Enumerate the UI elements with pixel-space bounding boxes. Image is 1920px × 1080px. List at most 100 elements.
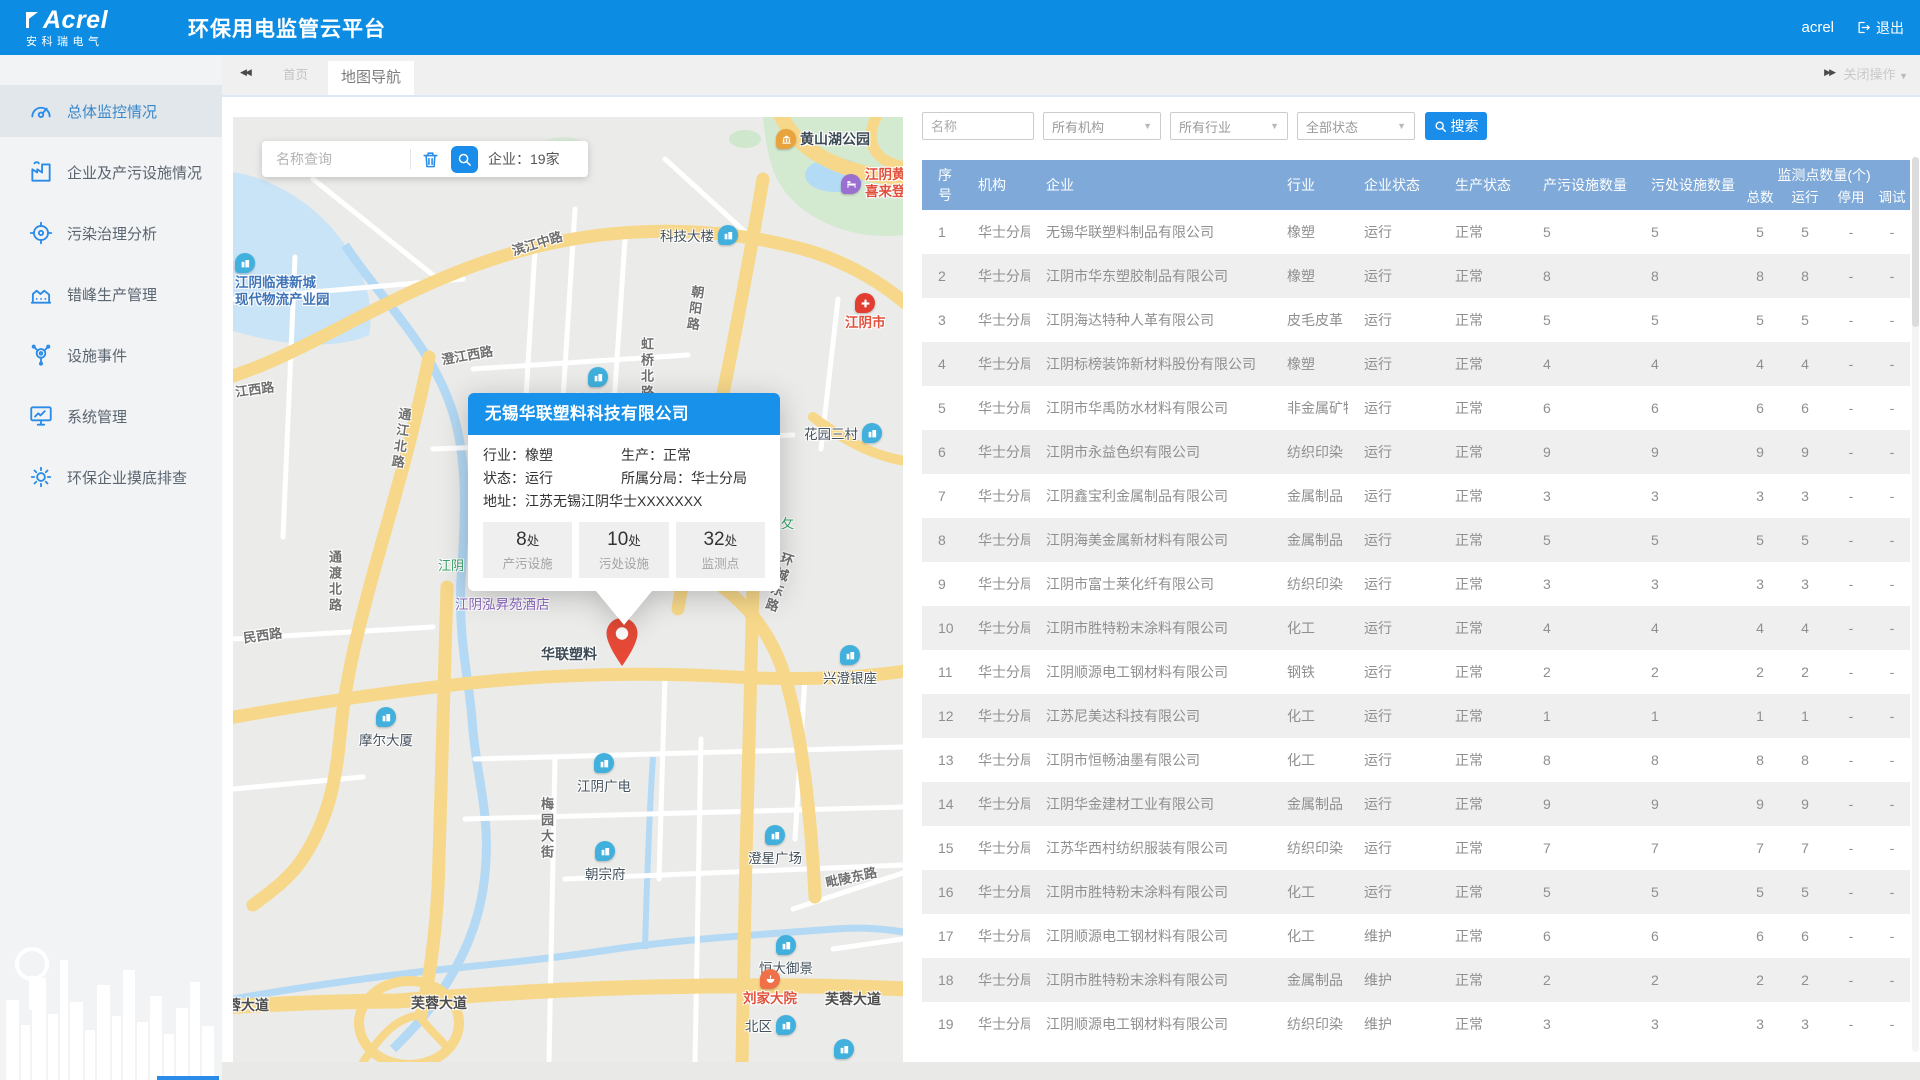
table-row[interactable]: 9华士分局江阴市富士莱化纤有限公司纺织印染运行正常3333-- [922,562,1910,606]
acrel-logo-mark-icon [26,12,40,28]
device-icon [28,342,54,368]
status-select[interactable]: 全部状态▼ [1297,112,1415,140]
table-row[interactable]: 19华士分局江阴顺源电工钢材料有限公司纺织印染维护正常3333-- [922,1002,1910,1046]
popup-stat-pollution-facilities[interactable]: 8处 产污设施 [483,522,572,578]
table-cell: 4 [1635,606,1738,650]
table-cell: 江阴市华东塑胶制品有限公司 [1030,254,1271,298]
table-cell: 运行 [1348,870,1439,914]
sidebar-item-pollution-analysis[interactable]: 污染治理分析 [0,207,222,259]
sidebar-item-overview[interactable]: 总体监控情况 [0,85,222,137]
trash-icon[interactable] [421,148,443,170]
table-cell: 正常 [1439,562,1527,606]
sidebar-item-enterprise-facilities[interactable]: 企业及产污设施情况 [0,146,222,198]
close-operations-dropdown[interactable]: 关闭操作 ▼ [1843,55,1908,95]
sidebar-scrollbar[interactable] [157,1076,219,1080]
sidebar-item-facility-events[interactable]: 设施事件 [0,329,222,381]
popup-field-production: 生产：正常 [621,444,765,467]
table-cell: 运行 [1348,210,1439,254]
building-icon [765,825,785,845]
city-skyline-decoration [0,930,222,1080]
table-cell: - [1874,914,1910,958]
table-cell: 4 [1635,342,1738,386]
table-cell: 江阴市胜特粉末涂料有限公司 [1030,606,1271,650]
col-monitor-point-group: 监测点数量(个) [1738,160,1910,185]
map-search-input[interactable] [276,151,406,167]
table-row[interactable]: 7华士分局江阴鑫宝利金属制品有限公司金属制品运行正常3333-- [922,474,1910,518]
industry-select[interactable]: 所有行业▼ [1170,112,1288,140]
tabs-scroll-left-icon[interactable]: ◀◀ [240,67,250,78]
peak-icon [28,281,54,307]
organization-select[interactable]: 所有机构▼ [1043,112,1161,140]
table-cell: - [1828,210,1874,254]
popup-field-status: 状态：运行 [483,467,621,490]
table-cell: - [1828,254,1874,298]
table-cell: 7 [1635,826,1738,870]
table-row[interactable]: 12华士分局江苏尼美达科技有限公司化工运行正常1111-- [922,694,1910,738]
map-label: 科技大楼 [660,225,738,245]
map-panel[interactable]: 黄山湖公园江阴黄嘉喜来登酒店科技大楼滨江中路江阴临港新城现代物流产业园朝阳路江阴… [233,117,903,1062]
hospital-icon [855,293,875,313]
table-row[interactable]: 13华士分局江阴市恒畅油墨有限公司化工运行正常8888-- [922,738,1910,782]
popup-stat-monitor-points[interactable]: 32处 监测点 [676,522,765,578]
table-cell: 6 [1635,914,1738,958]
map-label: 黄山湖公园 [776,129,870,149]
table-cell: 8 [1738,254,1782,298]
table-row[interactable]: 18华士分局江阴市胜特粉末涂料有限公司金属制品维护正常2222-- [922,958,1910,1002]
table-row[interactable]: 1华士分局无锡华联塑料制品有限公司橡塑运行正常5555-- [922,210,1910,254]
sidebar-item-label: 系统管理 [67,406,127,427]
table-cell: 正常 [1439,738,1527,782]
table-row[interactable]: 11华士分局江阴顺源电工钢材料有限公司钢铁运行正常2222-- [922,650,1910,694]
sidebar-item-peak-production[interactable]: 错峰生产管理 [0,268,222,320]
table-cell: 化工 [1271,738,1348,782]
horizontal-scrollbar-track[interactable] [222,1062,1920,1080]
search-button[interactable]: 搜索 [1425,112,1487,140]
company-map-pin[interactable] [605,617,639,672]
table-cell: 正常 [1439,474,1527,518]
table-row[interactable]: 4华士分局江阴标榜装饰新材料股份有限公司橡塑运行正常4444-- [922,342,1910,386]
enterprise-table: 序号 机构 企业 行业 企业状态 生产状态 产污设施数量 污处设施数量 监测点数… [922,160,1910,1046]
map-label: 华联塑料 [541,644,597,664]
gear-icon [28,464,54,490]
table-row[interactable]: 16华士分局江阴市胜特粉末涂料有限公司化工运行正常5555-- [922,870,1910,914]
table-cell: 3 [1635,562,1738,606]
table-row[interactable]: 3华士分局江阴海达特种人革有限公司皮毛皮革运行正常5555-- [922,298,1910,342]
table-cell: 华士分局 [962,914,1030,958]
map-label: 通渡北路 [325,550,344,614]
table-cell: 运行 [1348,518,1439,562]
table-row[interactable]: 6华士分局江阴市永益色织有限公司纺织印染运行正常9999-- [922,430,1910,474]
table-row[interactable]: 5华士分局江阴市华禹防水材料有限公司非金属矿物运行正常6666-- [922,386,1910,430]
table-cell: 江阴市胜特粉末涂料有限公司 [1030,958,1271,1002]
table-cell: - [1874,958,1910,1002]
table-cell: 华士分局 [962,430,1030,474]
table-row[interactable]: 2华士分局江阴市华东塑胶制品有限公司橡塑运行正常8888-- [922,254,1910,298]
logout-button[interactable]: 退出 [1856,18,1904,38]
building-icon [595,841,615,861]
table-cell: 华士分局 [962,782,1030,826]
tab-home[interactable]: 首页 [274,55,317,95]
table-row[interactable]: 14华士分局江阴华金建材工业有限公司金属制品运行正常9999-- [922,782,1910,826]
table-cell: 4 [922,342,962,386]
filter-row: 所有机构▼ 所有行业▼ 全部状态▼ 搜索 [922,112,1910,140]
chevron-down-icon: ▼ [1270,121,1279,131]
sidebar-item-env-survey[interactable]: 环保企业摸底排查 [0,451,222,503]
table-row[interactable]: 10华士分局江阴市胜特粉末涂料有限公司化工运行正常4444-- [922,606,1910,650]
tabs-scroll-right-icon[interactable]: ▶▶ [1824,67,1834,78]
table-cell: 纺织印染 [1271,826,1348,870]
table-cell: 非金属矿物 [1271,386,1348,430]
table-cell: - [1874,386,1910,430]
table-cell: 3 [1635,1002,1738,1046]
sidebar-item-system-management[interactable]: 系统管理 [0,390,222,442]
table-cell: 华士分局 [962,826,1030,870]
map-label-text: 科技大楼 [660,225,714,245]
popup-stat-treatment-facilities[interactable]: 10处 污处设施 [579,522,668,578]
tab-map-navigation[interactable]: 地图导航 [328,61,414,95]
table-row[interactable]: 8华士分局江阴海美金属新材料有限公司金属制品运行正常5555-- [922,518,1910,562]
name-filter-input[interactable] [922,112,1034,140]
vertical-scrollbar[interactable] [1912,157,1919,1052]
map-search-button[interactable] [451,146,478,173]
food-icon [760,969,780,989]
table-row[interactable]: 15华士分局江苏华西村纺织服装有限公司纺织印染运行正常7777-- [922,826,1910,870]
username-label[interactable]: acrel [1801,19,1834,36]
table-row[interactable]: 17华士分局江阴顺源电工钢材料有限公司化工维护正常6666-- [922,914,1910,958]
map-label: 天潮华都 [817,1039,871,1062]
